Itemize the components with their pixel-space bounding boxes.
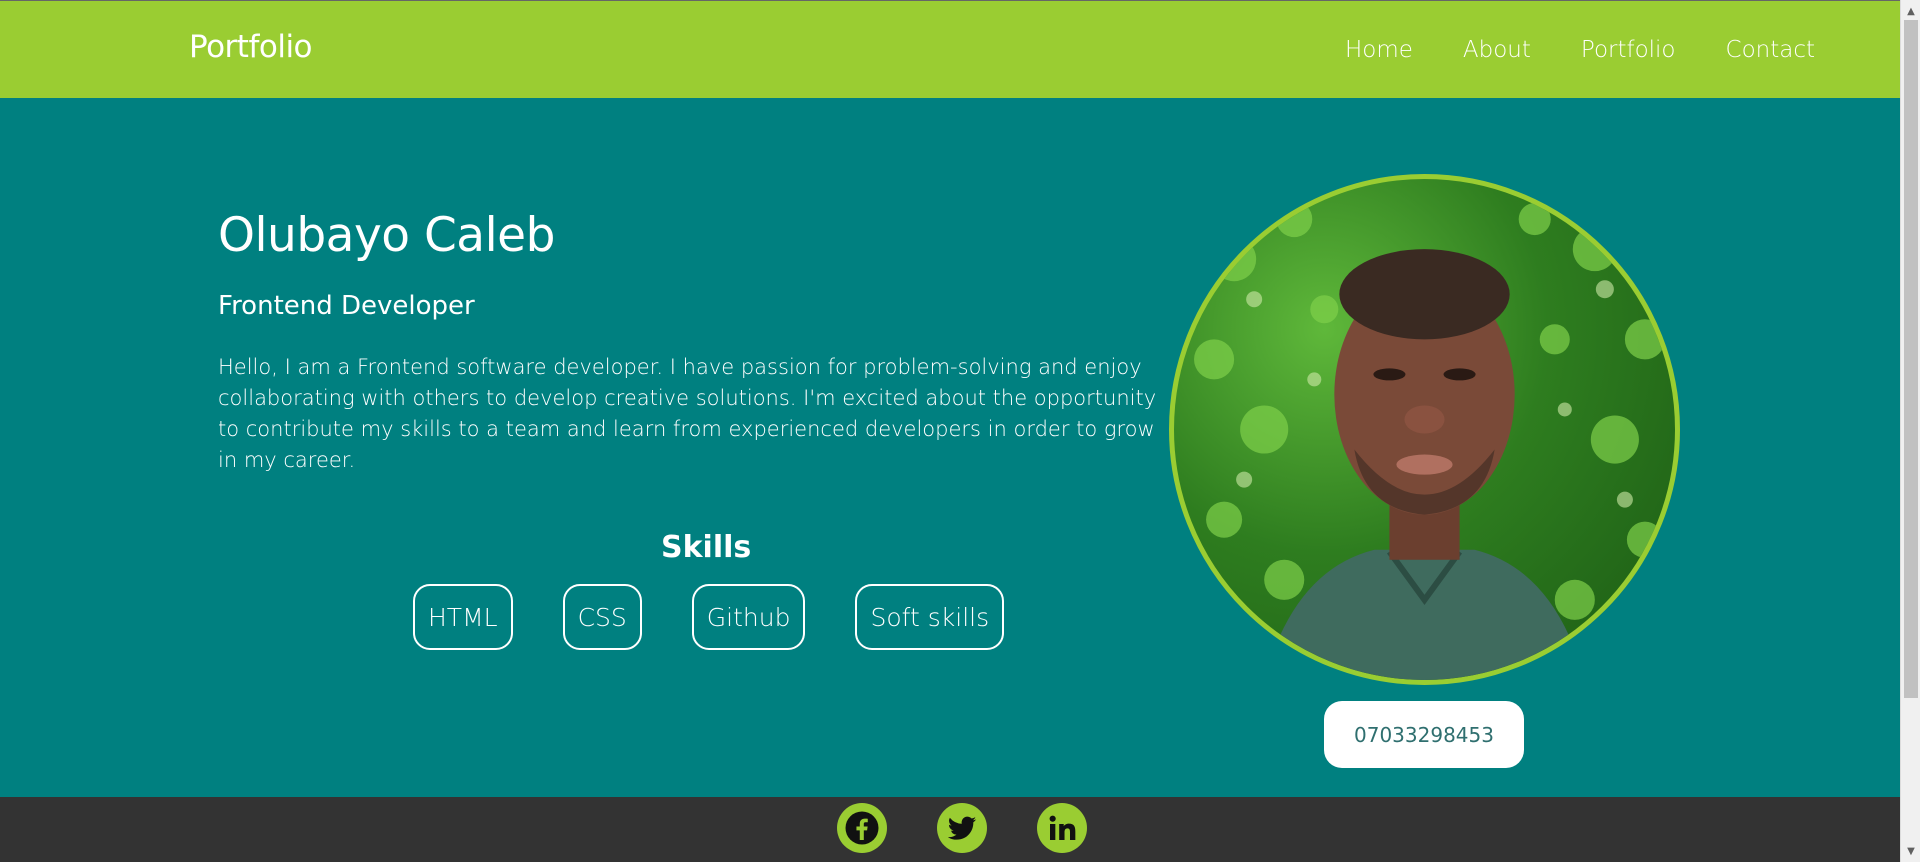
hero-name: Olubayo Caleb: [218, 208, 555, 263]
scroll-up-icon[interactable]: ▲: [1901, 2, 1920, 20]
twitter-icon: [947, 816, 977, 840]
skills-list: HTML CSS Github Soft skills: [413, 584, 1005, 650]
nav-contact[interactable]: Contact: [1726, 37, 1815, 63]
nav-about[interactable]: About: [1463, 37, 1531, 63]
facebook-icon: [845, 811, 879, 845]
site-footer: [0, 797, 1900, 862]
site-logo[interactable]: Portfolio: [189, 29, 313, 65]
skills-heading: Skills: [661, 530, 752, 565]
twitter-link[interactable]: [937, 803, 987, 853]
site-header: Portfolio Home About Portfolio Contact: [0, 0, 1900, 98]
linkedin-link[interactable]: [1037, 803, 1087, 853]
main-nav: Home About Portfolio Contact: [1345, 37, 1815, 63]
scroll-down-icon[interactable]: ▼: [1901, 842, 1920, 860]
skill-badge-soft-skills: Soft skills: [855, 584, 1005, 650]
phone-button[interactable]: 07033298453: [1324, 701, 1524, 768]
hero-bio: Hello, I am a Frontend software develope…: [218, 355, 1157, 472]
linkedin-icon: [1049, 815, 1076, 840]
skill-badge-css: CSS: [562, 584, 642, 650]
nav-home[interactable]: Home: [1345, 37, 1413, 63]
skill-badge-github: Github: [691, 584, 806, 650]
facebook-link[interactable]: [837, 803, 887, 853]
scrollbar-thumb[interactable]: [1904, 20, 1918, 698]
page: Portfolio Home About Portfolio Contact O…: [0, 0, 1900, 862]
social-links: [837, 803, 1087, 853]
nav-portfolio[interactable]: Portfolio: [1581, 37, 1676, 63]
vertical-scrollbar[interactable]: ▲ ▼: [1900, 0, 1920, 862]
hero-role: Frontend Developer: [218, 291, 475, 321]
skill-badge-html: HTML: [413, 584, 513, 650]
profile-photo: [1169, 174, 1680, 685]
